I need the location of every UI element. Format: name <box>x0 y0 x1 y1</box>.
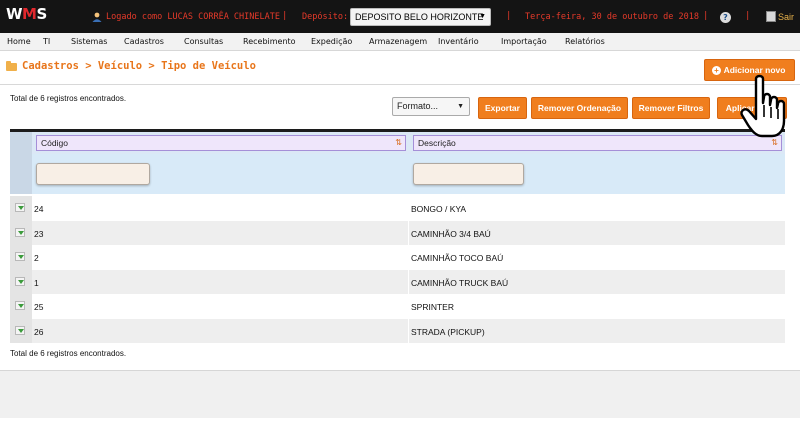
menu-item-home[interactable]: Home <box>7 37 31 46</box>
exit-label: Sair <box>778 11 795 22</box>
column-divider <box>408 318 409 343</box>
menu-item-recebimento[interactable]: Recebimento <box>243 37 296 46</box>
exit-button[interactable]: Sair <box>766 11 794 22</box>
cell-description: CAMINHÃO 3/4 BAÚ <box>411 228 491 239</box>
filter-description-input[interactable] <box>413 163 524 185</box>
column-header-code[interactable]: Código ⇅ <box>36 135 406 151</box>
folder-icon <box>6 61 17 71</box>
menu-item-expedicao[interactable]: Expedição <box>311 37 352 46</box>
menu-item-inventario[interactable]: Inventário <box>438 37 479 46</box>
menu-item-relatorios[interactable]: Relatórios <box>565 37 605 46</box>
grid-gutter <box>10 132 32 194</box>
deposit-label: Depósito: <box>302 12 349 22</box>
cell-code: 1 <box>34 277 39 288</box>
top-bar: WMS Logado como LUCAS CORRÊA CHINELATE |… <box>0 0 800 33</box>
row-gutter <box>10 294 32 319</box>
menu-item-armazenagem[interactable]: Armazenagem <box>369 37 427 46</box>
expand-row-icon[interactable] <box>15 203 25 212</box>
cell-code: 2 <box>34 253 39 263</box>
deposit-select[interactable]: DEPOSITO BELO HORIZONTE ▼ <box>350 8 491 26</box>
chevron-down-icon: ▼ <box>457 103 464 110</box>
expand-row-icon[interactable] <box>15 301 25 310</box>
remove-filters-button[interactable]: Remover Filtros <box>632 97 710 119</box>
separator: | <box>745 11 751 21</box>
column-divider <box>408 269 409 294</box>
table-row[interactable]: 26 STRADA (PICKUP) <box>10 318 785 343</box>
separator: | <box>506 11 512 21</box>
row-gutter <box>10 220 32 245</box>
menu-item-consultas[interactable]: Consultas <box>184 37 223 46</box>
help-icon[interactable]: ? <box>720 12 731 23</box>
table-row[interactable]: 25 SPRINTER <box>10 294 785 319</box>
expand-row-icon[interactable] <box>15 276 25 286</box>
breadcrumb[interactable]: Cadastros > Veículo > Tipo de Veículo <box>22 60 256 72</box>
record-count-bottom: Total de 6 registros encontrados. <box>10 349 127 358</box>
user-icon <box>92 12 102 22</box>
exit-icon <box>766 11 776 22</box>
export-format-value: Formato... <box>397 101 439 111</box>
row-gutter <box>10 196 32 221</box>
cell-code: 25 <box>34 302 44 312</box>
table-row[interactable]: 23 CAMINHÃO 3/4 BAÚ <box>10 220 785 245</box>
cell-description: BONGO / KYA <box>411 204 467 214</box>
column-header-code-label: Código <box>41 138 68 148</box>
cell-description: SPRINTER <box>411 302 454 312</box>
menu-item-cadastros[interactable]: Cadastros <box>124 37 164 46</box>
table-row[interactable]: 2 CAMINHÃO TOCO BAÚ <box>10 245 785 270</box>
menu-item-ti[interactable]: TI <box>43 37 50 46</box>
menu-item-sistemas[interactable]: Sistemas <box>71 37 107 46</box>
cell-description: CAMINHÃO TOCO BAÚ <box>411 253 504 263</box>
column-divider <box>408 220 409 245</box>
column-divider <box>408 245 409 270</box>
footer-band <box>0 370 800 418</box>
deposit-select-value: DEPOSITO BELO HORIZONTE <box>355 12 484 22</box>
separator: | <box>703 11 709 21</box>
row-gutter <box>10 245 32 270</box>
column-header-description-label: Descrição <box>418 138 456 148</box>
current-date: Terça-feira, 30 de outubro de 2018 <box>525 12 699 22</box>
expand-row-icon[interactable] <box>15 325 25 335</box>
export-format-select[interactable]: Formato... ▼ <box>392 97 470 116</box>
separator: | <box>282 11 288 21</box>
remove-sort-button[interactable]: Remover Ordenação <box>531 97 628 119</box>
menu-item-importacao[interactable]: Importação <box>501 37 547 46</box>
export-button[interactable]: Exportar <box>478 97 527 119</box>
cell-code: 23 <box>34 228 44 239</box>
cell-description: STRADA (PICKUP) <box>411 326 485 337</box>
breadcrumb-bar: Cadastros > Veículo > Tipo de Veículo <box>0 52 800 85</box>
expand-row-icon[interactable] <box>15 252 25 261</box>
hand-pointer-icon <box>740 74 786 138</box>
logged-user-text: Logado como LUCAS CORRÊA CHINELATE <box>106 12 280 22</box>
table-row[interactable]: 24 BONGO / KYA <box>10 196 785 221</box>
filter-code-input[interactable] <box>36 163 150 185</box>
expand-row-icon[interactable] <box>15 227 25 237</box>
column-divider <box>408 196 409 221</box>
app-logo: WMS <box>6 5 47 23</box>
cell-description: CAMINHÃO TRUCK BAÚ <box>411 277 509 288</box>
column-header-description[interactable]: Descrição ⇅ <box>413 135 782 151</box>
row-gutter <box>10 318 32 343</box>
record-count-top: Total de 6 registros encontrados. <box>10 94 127 103</box>
table-row[interactable]: 1 CAMINHÃO TRUCK BAÚ <box>10 269 785 294</box>
row-gutter <box>10 269 32 294</box>
chevron-down-icon: ▼ <box>479 13 486 20</box>
sort-icon[interactable]: ⇅ <box>395 136 402 150</box>
cell-code: 24 <box>34 204 44 214</box>
plus-circle-icon: + <box>712 66 721 75</box>
column-divider <box>408 294 409 319</box>
main-menu: Home TI Sistemas Cadastros Consultas Rec… <box>0 33 800 51</box>
cell-code: 26 <box>34 326 44 337</box>
